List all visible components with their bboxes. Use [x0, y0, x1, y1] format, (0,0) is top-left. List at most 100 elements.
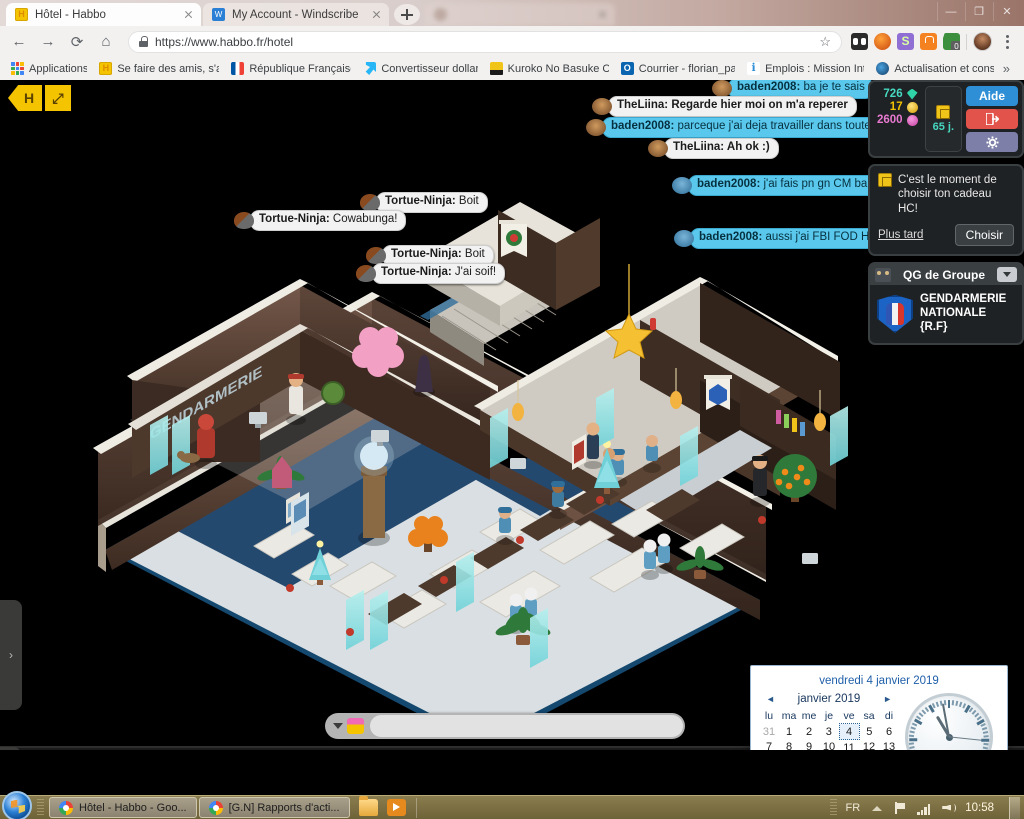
extension-icon-5[interactable]: 0 [943, 33, 960, 50]
address-bar[interactable]: https://www.habbo.fr/hotel ☆ [128, 30, 842, 53]
profile-avatar[interactable] [973, 32, 992, 51]
lock-icon [139, 36, 148, 47]
close-icon[interactable] [182, 8, 195, 21]
left-panel-handle[interactable]: › [0, 600, 22, 710]
prev-month-icon[interactable]: ◄ [763, 694, 778, 704]
group-hq-body[interactable]: GENDARMERIE NATIONALE {R.F} [870, 285, 1022, 342]
taskbar-clock[interactable]: 10:58 [965, 802, 994, 814]
group-hq-header[interactable]: QG de Groupe [870, 264, 1022, 286]
clock-tick [982, 726, 988, 730]
browser-tab-windscribe[interactable]: My Account - Windscribe [203, 3, 389, 26]
weekday-header: ma [781, 710, 797, 723]
credits-amount[interactable]: 17 [890, 101, 918, 113]
media-player-icon[interactable] [386, 799, 406, 816]
calendar-month-label[interactable]: janvier 2019 [778, 693, 880, 705]
taskbar-item-rapports[interactable]: [G.N] Rapports d'acti... [198, 797, 350, 818]
bookmark-actualisation[interactable]: Actualisation et cons [873, 62, 1002, 75]
credits-value: 17 [889, 101, 903, 113]
chat-bubble[interactable]: baden2008: parceque j'ai deja travailler… [586, 117, 911, 138]
clock-tick [944, 700, 947, 706]
chat-input-bar[interactable] [325, 713, 685, 739]
extension-icon-2[interactable] [874, 33, 891, 50]
calendar-day[interactable]: 11 [839, 740, 859, 751]
chrome-menu-icon[interactable] [998, 34, 1016, 49]
chat-bubble[interactable]: Tortue-Ninja: J'ai soif! [356, 263, 506, 284]
bookmark-kuroko[interactable]: Kuroko No Basuke C [487, 62, 618, 75]
language-indicator[interactable]: FR [846, 802, 861, 814]
chat-bubble[interactable]: TheLiina: Regarde hier moi on m'a repere… [592, 96, 857, 117]
extension-icon-3[interactable] [897, 33, 914, 50]
calendar-day[interactable]: 6 [879, 724, 899, 740]
taskbar-item-habbo[interactable]: Hôtel - Habbo - Goo... [49, 797, 197, 818]
french-flag-icon [231, 62, 245, 75]
calendar-day[interactable]: 8 [779, 740, 799, 750]
back-icon[interactable]: ← [6, 29, 32, 55]
fullscreen-button[interactable]: ⤢ [45, 85, 71, 111]
bookmark-habbo[interactable]: Se faire des amis, s'a [96, 62, 228, 75]
extension-icon-1[interactable] [851, 33, 868, 50]
network-icon[interactable] [917, 801, 932, 815]
toolbar-collapse-button[interactable]: › [0, 747, 20, 750]
duckets-value: 2600 [877, 114, 903, 126]
extension-icon-4[interactable] [920, 33, 937, 50]
chat-bubble[interactable]: Tortue-Ninja: Cowabunga! [234, 210, 407, 231]
reload-icon[interactable]: ⟳ [64, 29, 90, 55]
browser-tab-blurred[interactable] [425, 3, 615, 26]
home-icon[interactable]: ⌂ [93, 29, 119, 55]
bookmark-convertisseur[interactable]: Convertisseur dollar [360, 62, 486, 75]
hc-status-box[interactable]: 65 j. [924, 86, 962, 152]
calendar-day[interactable]: 1 [779, 724, 799, 740]
show-hidden-icons[interactable] [869, 801, 884, 815]
chevron-down-icon[interactable] [997, 267, 1017, 283]
calendar-day[interactable]: 2 [799, 724, 819, 740]
close-window-button[interactable]: ✕ [993, 2, 1020, 21]
diamonds-amount[interactable]: 726 [883, 88, 918, 100]
chat-bubble[interactable]: TheLiina: Ah ok :) [648, 138, 779, 159]
settings-button[interactable] [966, 132, 1018, 152]
tab-strip: Hôtel - Habbo My Account - Windscribe — … [0, 0, 1024, 26]
date-time-flyout[interactable]: vendredi 4 janvier 2019 ◄ janvier 2019 ►… [750, 665, 1008, 750]
calendar-day[interactable]: 31 [759, 724, 779, 740]
calendar-day[interactable]: 10 [819, 740, 839, 750]
browser-tab-habbo[interactable]: Hôtel - Habbo [6, 3, 201, 26]
calendar-day[interactable]: 4 [838, 723, 860, 740]
close-icon[interactable] [596, 8, 609, 21]
help-button[interactable]: Aide [966, 86, 1018, 106]
bookmarks-overflow-icon[interactable]: » [1003, 61, 1016, 76]
chat-username: baden2008: [699, 231, 763, 243]
close-icon[interactable] [370, 8, 383, 21]
avatar [674, 229, 694, 247]
chat-input[interactable] [370, 715, 683, 737]
minimize-button[interactable]: — [937, 2, 964, 21]
bookmark-star-icon[interactable]: ☆ [819, 34, 831, 50]
exit-button[interactable] [966, 109, 1018, 129]
habbo-home-button[interactable]: H [8, 85, 42, 111]
chat-style-selector[interactable] [327, 718, 370, 734]
folder-icon[interactable] [358, 796, 378, 816]
calendar-day[interactable]: 12 [859, 740, 879, 750]
forward-icon[interactable]: → [35, 29, 61, 55]
calendar-day[interactable]: 13 [879, 740, 899, 750]
bookmark-applications[interactable]: Applications [8, 62, 96, 75]
show-desktop-button[interactable] [1009, 796, 1020, 819]
later-link[interactable]: Plus tard [878, 229, 923, 241]
habbo-logo-icon: H [23, 90, 35, 106]
bookmark-courrier[interactable]: Courrier - florian_pa [618, 62, 744, 75]
calendar-day[interactable]: 7 [759, 740, 779, 750]
calendar-day[interactable]: 3 [819, 724, 839, 740]
action-center-icon[interactable] [893, 801, 908, 815]
choose-button[interactable]: Choisir [954, 224, 1014, 247]
bookmark-emplois[interactable]: Emplois : Mission Int [744, 62, 873, 75]
bookmark-republique[interactable]: République Française [228, 62, 360, 75]
start-orb-icon[interactable] [2, 790, 32, 819]
maximize-button[interactable]: ❐ [965, 2, 992, 21]
new-tab-button[interactable] [394, 4, 420, 25]
clock-tick [909, 730, 915, 734]
next-month-icon[interactable]: ► [880, 694, 895, 704]
calendar-day[interactable]: 5 [859, 724, 879, 740]
volume-icon[interactable] [941, 801, 957, 815]
calendar-day[interactable]: 9 [799, 740, 819, 750]
habbo-favicon-icon [15, 8, 28, 21]
avatar [360, 193, 380, 211]
duckets-amount[interactable]: 2600 [877, 114, 918, 126]
